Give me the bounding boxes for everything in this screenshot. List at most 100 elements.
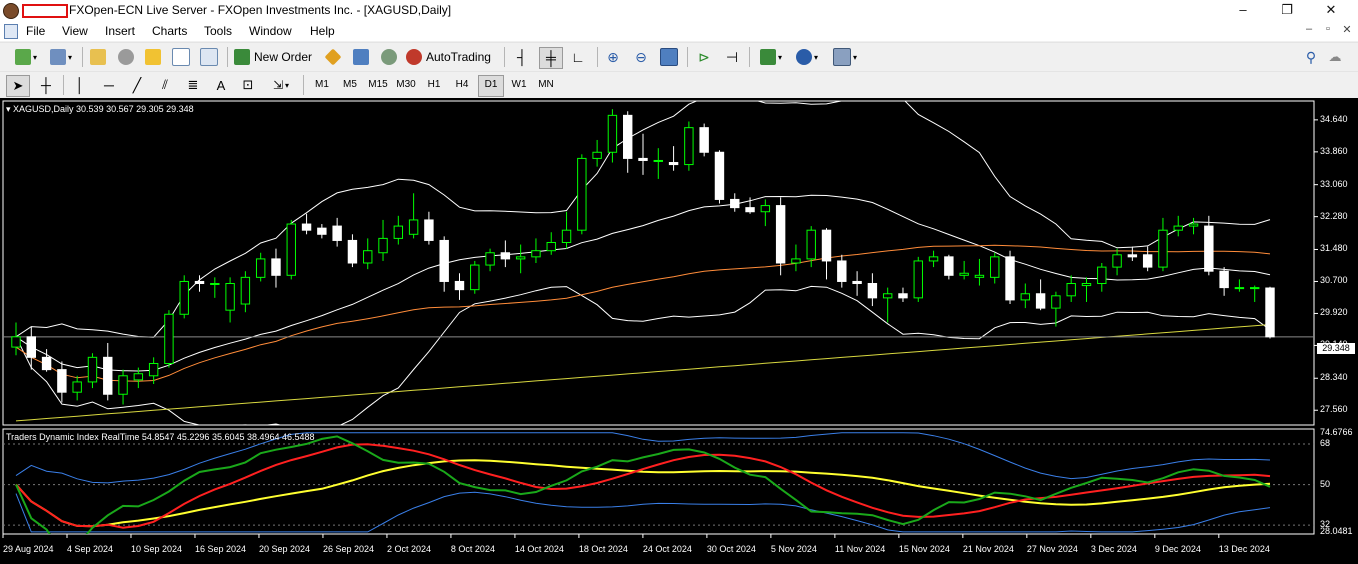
date-tick-label: 9 Dec 2024 [1154, 544, 1201, 554]
timeframe-h1[interactable]: H1 [422, 75, 446, 95]
terminal-button[interactable] [171, 47, 191, 67]
title-bar: FXOpen-ECN Live Server - FXOpen Investme… [0, 0, 1358, 21]
vertical-line-button[interactable]: │ [70, 75, 90, 95]
community-button[interactable] [379, 47, 399, 67]
timeframe-h4[interactable]: H4 [450, 75, 474, 95]
search-button[interactable]: ⚲ [1302, 47, 1320, 67]
menu-view[interactable]: View [62, 24, 88, 38]
signals-button[interactable] [351, 47, 371, 67]
notifications-button[interactable]: ☁ [1326, 47, 1344, 67]
new-order-button[interactable]: New Order [234, 47, 316, 67]
date-tick-label: 18 Oct 2024 [578, 544, 628, 554]
mdi-close-button[interactable]: ✕ [1340, 23, 1354, 36]
templates-icon [832, 48, 851, 66]
close-button[interactable]: ✕ [1316, 1, 1346, 19]
moving-average-yellow [15, 324, 1271, 422]
trendline-button[interactable]: ╱ [127, 75, 147, 95]
candle-bull [470, 264, 480, 291]
templates-button[interactable]: ▾ [829, 47, 861, 67]
candle-bull [974, 274, 985, 278]
price-tick-label: 34.640 [1320, 113, 1348, 124]
new-chart-button[interactable]: ▾ [6, 47, 46, 67]
horizontal-line-button[interactable]: ─ [99, 75, 119, 95]
candle-bull [378, 237, 388, 254]
chart-shift-button[interactable]: ⊳ [694, 47, 714, 67]
cursor-arrow-icon: ➤ [12, 78, 24, 93]
channel-button[interactable]: ⫽ [155, 75, 175, 95]
new-order-icon [234, 49, 250, 65]
autotrading-button[interactable]: AutoTrading [406, 47, 498, 67]
menu-tools[interactable]: Tools [204, 24, 232, 38]
timeframe-d1[interactable]: D1 [478, 75, 504, 97]
menu-file[interactable]: File [26, 24, 45, 38]
periods-button[interactable]: ▾ [792, 47, 822, 67]
timeframe-m30[interactable]: M30 [394, 75, 418, 95]
symbol-ohlc-label: ▾ XAGUSD,Daily 30.539 30.567 29.305 29.3… [6, 104, 194, 114]
autoscroll-button[interactable]: ⊣ [722, 47, 742, 67]
candle-bull [592, 151, 602, 159]
chart-document-icon[interactable] [4, 24, 18, 39]
date-tick-label: 2 Oct 2024 [386, 544, 431, 554]
indicators-button[interactable]: ▾ [756, 47, 786, 67]
metaeditor-button[interactable] [323, 47, 343, 67]
bar-chart-button[interactable]: ┤ [512, 47, 532, 67]
candle-bull [1020, 293, 1031, 301]
crosshair-target-icon [118, 49, 134, 65]
zoom-out-icon: ⊖ [635, 48, 647, 65]
arrows-button[interactable]: ⇲ ▾ [266, 75, 296, 95]
line-chart-button[interactable]: ∟ [568, 47, 588, 67]
zoom-in-button[interactable]: ⊕ [603, 47, 623, 67]
date-tick-label: 16 Sep 2024 [194, 544, 247, 554]
mdi-restore-button[interactable]: ▫ [1321, 23, 1335, 35]
text-button[interactable]: A [211, 75, 231, 95]
candle-bull [791, 258, 801, 264]
candle-bear [837, 260, 847, 282]
candle-bear [730, 198, 740, 209]
candle-bull [255, 258, 266, 278]
data-window-button[interactable] [116, 47, 136, 67]
timeframe-m1[interactable]: M1 [310, 75, 334, 95]
candlestick-button[interactable]: ╪ [539, 47, 563, 69]
date-tick-label: 27 Nov 2024 [1026, 544, 1078, 554]
menu-insert[interactable]: Insert [105, 24, 135, 38]
text-tool-icon: A [216, 77, 226, 93]
candle-bear [668, 162, 679, 166]
chart-canvas[interactable] [0, 98, 1358, 564]
candle-bear [898, 293, 908, 299]
date-tick-label: 15 Nov 2024 [898, 544, 950, 554]
mdi-minimize-button[interactable]: – [1302, 23, 1316, 35]
candle-bull [87, 356, 98, 383]
candle-bear [821, 229, 832, 262]
candle-bull [806, 229, 816, 260]
fibonacci-button[interactable]: ≣ [183, 75, 203, 95]
minimize-button[interactable]: – [1228, 1, 1258, 19]
symbol-ohlc-text: XAGUSD,Daily 30.539 30.567 29.305 29.348 [13, 104, 194, 114]
text-label-button[interactable]: ⊡ [238, 75, 258, 95]
date-tick-label: 20 Sep 2024 [258, 544, 310, 554]
strategy-tester-button[interactable] [199, 47, 219, 67]
tile-windows-button[interactable] [659, 47, 679, 67]
crosshair-button[interactable]: ┼ [36, 75, 56, 95]
profiles-button[interactable]: ▾ [46, 47, 76, 67]
timeframe-m15[interactable]: M15 [366, 75, 390, 95]
chart-window[interactable]: ▾ XAGUSD,Daily 30.539 30.567 29.305 29.3… [0, 98, 1358, 564]
menu-charts[interactable]: Charts [152, 24, 187, 38]
timeframe-m5[interactable]: M5 [338, 75, 362, 95]
arrows-icon: ⇲ [272, 78, 284, 92]
menu-window[interactable]: Window [249, 24, 292, 38]
market-watch-button[interactable] [88, 47, 108, 67]
indicator-label: Traders Dynamic Index RealTime 54.8547 4… [6, 432, 315, 442]
candle-bear [41, 356, 52, 371]
zoom-out-button[interactable]: ⊖ [631, 47, 651, 67]
timeframe-mn[interactable]: MN [534, 75, 558, 95]
maximize-button[interactable]: ❐ [1272, 1, 1302, 19]
timeframe-w1[interactable]: W1 [507, 75, 531, 95]
menu-help[interactable]: Help [310, 24, 335, 38]
text-label-icon: ⊡ [242, 77, 254, 92]
candlestick-icon: ╪ [546, 50, 556, 66]
navigator-button[interactable] [143, 47, 163, 67]
candle-bull [1173, 225, 1183, 231]
cursor-button[interactable]: ➤ [6, 75, 30, 97]
horizontal-line-icon: ─ [104, 77, 114, 93]
price-tick-label: 33.860 [1320, 145, 1348, 156]
